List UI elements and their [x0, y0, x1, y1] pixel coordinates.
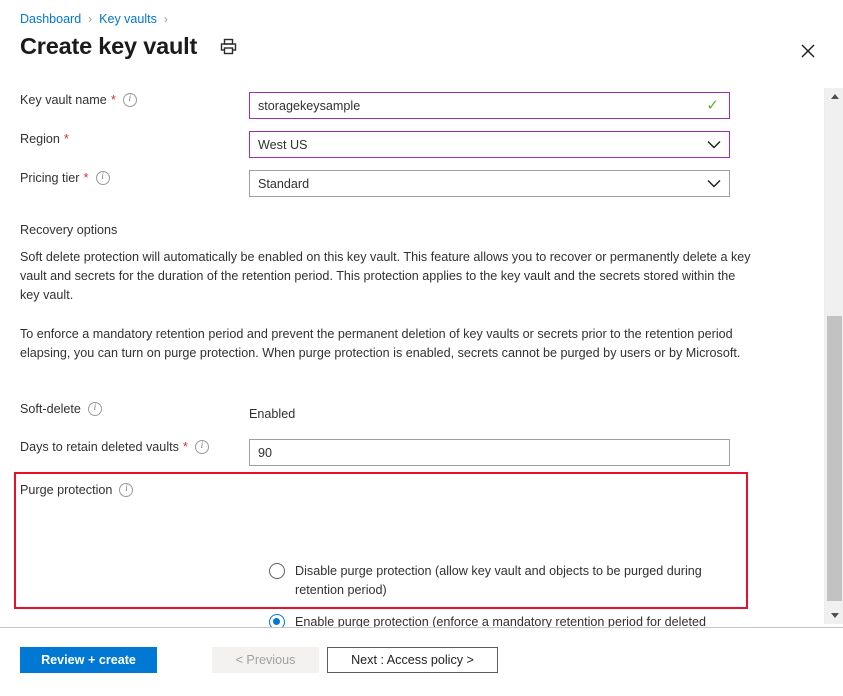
recovery-options-paragraph-2: To enforce a mandatory retention period … — [20, 327, 741, 360]
field-row-region: Region * West US — [0, 131, 820, 158]
region-field-wrap: West US — [249, 131, 820, 158]
required-marker: * — [182, 439, 188, 454]
soft-delete-info-icon[interactable]: i — [87, 402, 102, 416]
previous-button: < Previous — [212, 647, 319, 673]
required-marker: * — [110, 92, 116, 107]
recovery-options-heading: Recovery options — [20, 223, 118, 237]
days-to-retain-input[interactable]: 90 — [249, 439, 730, 466]
breadcrumb-separator-icon: › — [88, 12, 93, 26]
radio-disable-purge-protection[interactable]: Disable purge protection (allow key vaul… — [269, 562, 739, 600]
days-to-retain-label: Days to retain deleted vaults * i — [0, 439, 249, 455]
purge-protection-info-icon[interactable]: i — [119, 483, 134, 497]
title-row: Create key vault — [20, 33, 239, 60]
soft-delete-value: Enabled — [249, 407, 296, 421]
key-vault-name-info-icon[interactable]: i — [122, 93, 137, 107]
key-vault-name-input[interactable]: storagekeysample ✓ — [249, 92, 730, 119]
soft-delete-label-text: Soft-delete — [20, 402, 81, 416]
review-create-button[interactable]: Review + create — [20, 647, 157, 673]
scrollbar-thumb[interactable] — [827, 316, 842, 601]
vertical-scrollbar[interactable] — [824, 88, 843, 624]
key-vault-name-field-wrap: storagekeysample ✓ — [249, 92, 820, 119]
field-row-pricing-tier: Pricing tier * i Standard — [0, 170, 820, 197]
radio-unchecked-icon — [269, 563, 285, 579]
footer-actions: Review + create < Previous Next : Access… — [0, 628, 843, 696]
scroll-down-arrow-icon[interactable] — [825, 607, 843, 624]
days-to-retain-value: 90 — [258, 445, 273, 460]
key-vault-name-label: Key vault name * i — [0, 92, 249, 108]
printer-icon[interactable] — [217, 36, 239, 58]
pricing-tier-label: Pricing tier * i — [0, 170, 249, 186]
pricing-tier-info-icon[interactable]: i — [95, 171, 110, 185]
close-icon[interactable] — [797, 40, 819, 62]
pricing-tier-label-text: Pricing tier — [20, 171, 80, 185]
field-row-days-to-retain: Days to retain deleted vaults * i 90 — [0, 439, 820, 466]
region-label-text: Region — [20, 132, 60, 146]
recovery-options-paragraph-1: Soft delete protection will automaticall… — [20, 250, 751, 302]
breadcrumb-item-dashboard[interactable]: Dashboard — [20, 12, 81, 26]
breadcrumb: Dashboard › Key vaults › — [20, 10, 175, 28]
pricing-tier-select[interactable]: Standard — [249, 170, 730, 197]
field-row-key-vault-name: Key vault name * i storagekeysample ✓ — [0, 92, 820, 119]
breadcrumb-item-key-vaults[interactable]: Key vaults — [99, 12, 157, 26]
pricing-tier-value: Standard — [258, 176, 310, 191]
form-body: Key vault name * i storagekeysample ✓ Re… — [0, 84, 820, 680]
chevron-down-icon — [707, 140, 721, 149]
required-marker: * — [63, 131, 69, 146]
scroll-up-arrow-icon[interactable] — [825, 88, 843, 105]
region-select[interactable]: West US — [249, 131, 730, 158]
soft-delete-label: Soft-delete i — [0, 401, 249, 417]
breadcrumb-separator-icon: › — [163, 12, 168, 26]
checkmark-icon: ✓ — [706, 97, 719, 114]
field-row-purge-protection: Purge protection i — [0, 482, 820, 498]
page-title: Create key vault — [20, 33, 198, 59]
chevron-down-icon — [707, 179, 721, 188]
next-access-policy-button[interactable]: Next : Access policy > — [327, 647, 498, 673]
pricing-tier-field-wrap: Standard — [249, 170, 820, 197]
purge-protection-label: Purge protection i — [0, 482, 249, 498]
days-to-retain-label-text: Days to retain deleted vaults — [20, 440, 179, 454]
radio-disable-purge-protection-label: Disable purge protection (allow key vaul… — [295, 564, 702, 597]
create-key-vault-blade: Dashboard › Key vaults › Create key vaul… — [0, 0, 843, 696]
purge-protection-label-text: Purge protection — [20, 483, 113, 497]
region-value: West US — [258, 137, 308, 152]
required-marker: * — [83, 170, 89, 185]
key-vault-name-value: storagekeysample — [258, 98, 361, 113]
field-row-soft-delete: Soft-delete i Enabled — [0, 401, 820, 428]
region-label: Region * — [0, 131, 249, 147]
days-to-retain-field-wrap: 90 — [249, 439, 820, 466]
key-vault-name-label-text: Key vault name — [20, 93, 107, 107]
days-to-retain-info-icon[interactable]: i — [194, 440, 209, 454]
soft-delete-value-wrap: Enabled — [249, 401, 820, 428]
